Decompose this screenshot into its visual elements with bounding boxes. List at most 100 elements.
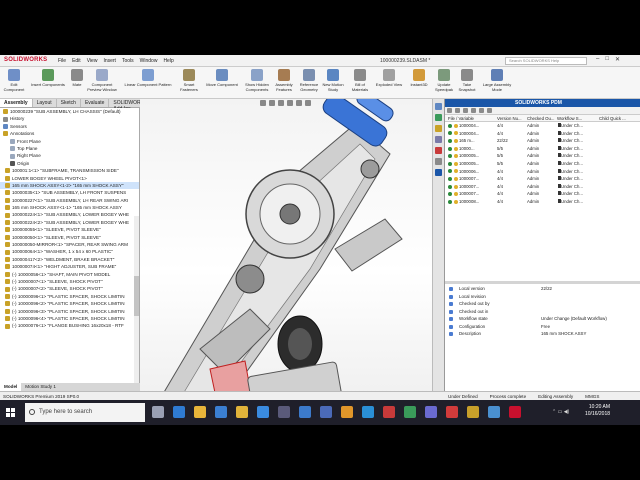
pdm-file-row[interactable]: 1000008... 4/4 Admin Under Ch...	[445, 198, 640, 206]
edit-component-button[interactable]: Edit Component	[2, 69, 26, 92]
tree-item[interactable]: Right Plane	[0, 152, 139, 159]
view-palette-icon[interactable]	[435, 136, 442, 143]
file-explorer-icon[interactable]	[435, 125, 442, 132]
undo-checkout-icon[interactable]	[463, 108, 468, 113]
tree-item[interactable]: Origin	[0, 160, 139, 167]
tree-item[interactable]: 165 mm SHOCK ASSY<1-1> "165 mm SHOCK ASS…	[0, 204, 139, 211]
pdm-file-row[interactable]: 1000005... 5/5 Admin Under Ch...	[445, 152, 640, 160]
pdm-column-header[interactable]: Version Nu...	[497, 115, 527, 121]
windows-start-icon[interactable]	[6, 408, 15, 417]
pdm-file-row[interactable]: 1000007... 4/4 Admin Under Ch...	[445, 183, 640, 191]
menu-help[interactable]: Help	[163, 58, 173, 64]
refresh-icon[interactable]	[487, 108, 492, 113]
menu-tools[interactable]: Tools	[122, 58, 134, 64]
tree-item[interactable]: (-) 10000076<1> "FLANGE BUSHING 16x20x18…	[0, 322, 139, 329]
tree-item[interactable]: Front Plane	[0, 138, 139, 145]
scroll-thumb[interactable]	[134, 276, 139, 316]
menu-edit[interactable]: Edit	[72, 58, 81, 64]
resources-icon[interactable]	[435, 103, 442, 110]
custom-properties-icon[interactable]	[435, 158, 442, 165]
close-button[interactable]: ✕	[615, 56, 620, 63]
get-latest-icon[interactable]	[471, 108, 476, 113]
graphics-viewport[interactable]	[140, 99, 432, 413]
tree-item[interactable]: 100000224<1> "SUB ASSEMBLY, LOWER BOGEY …	[0, 211, 139, 218]
pdm-file-row[interactable]: 1000005... 5/5 Admin Under Ch...	[445, 160, 640, 168]
tab-layout[interactable]: Layout	[33, 99, 57, 107]
bottom-tab-model[interactable]: Model	[0, 383, 22, 391]
tree-item[interactable]: 100001:1<1> "SUBFRAME, TRANSMISSION SIDE…	[0, 167, 139, 174]
solidworks-logo[interactable]: SOLIDWORKS	[4, 57, 47, 63]
app-icon-10[interactable]	[467, 406, 479, 418]
tree-item[interactable]: 100000239 "SUB ASSEMBLY, LH CHASSIS" (De…	[0, 108, 139, 115]
bom-button[interactable]: Bill of Materials	[349, 69, 371, 92]
tree-item[interactable]: (-) 10000096<4> "PLASTIC SPACER, SHOCK L…	[0, 315, 139, 322]
large-assembly-button[interactable]: Large Assembly Mode	[480, 69, 514, 92]
check-in-icon[interactable]	[447, 108, 452, 113]
menu-view[interactable]: View	[87, 58, 98, 64]
tab-sketch[interactable]: Sketch	[57, 99, 81, 107]
store-icon[interactable]	[215, 406, 227, 418]
change-state-icon[interactable]	[479, 108, 484, 113]
pdm-column-header[interactable]: Checked Ou...	[527, 115, 557, 121]
app-icon-4[interactable]	[341, 406, 353, 418]
show-hidden-button[interactable]: Show Hidden Components	[243, 69, 271, 92]
pdm-file-row[interactable]: 1000004... 4/4 Admin Under Ch...	[445, 130, 640, 138]
help-search-input[interactable]: Search SOLIDWORKS Help	[505, 57, 587, 65]
move-component-button[interactable]: Move Component	[203, 69, 241, 88]
tree-item[interactable]: Sensors	[0, 123, 139, 130]
tree-item[interactable]: 100000074<1> "HIGHT ADJUSTER, SUB FRAME"	[0, 263, 139, 270]
pdm-file-row[interactable]: 1000007... 4/4 Admin Under Ch...	[445, 190, 640, 198]
pdm-splitter[interactable]	[445, 281, 640, 284]
tree-item[interactable]: 100000050-MIRROR<1> "SPACER, REAR SWING …	[0, 241, 139, 248]
chrome-icon[interactable]	[236, 406, 248, 418]
smart-fasteners-button[interactable]: Smart Fasteners	[178, 69, 200, 92]
pdm-file-row[interactable]: 1000007... 4/4 Admin Under Ch...	[445, 175, 640, 183]
tab-evaluate[interactable]: Evaluate	[81, 99, 110, 107]
insert-components-button[interactable]: Insert Components	[30, 69, 66, 88]
tree-item[interactable]: Top Plane	[0, 145, 139, 152]
app-icon-5[interactable]	[362, 406, 374, 418]
solidworks-task-icon[interactable]	[509, 406, 521, 418]
exploded-view-button[interactable]: Exploded View	[374, 69, 404, 88]
menu-insert[interactable]: Insert	[103, 58, 116, 64]
tree-item[interactable]: 165 mm SHOCK ASSY<1-2> "165 mm SHOCK ASS…	[0, 181, 139, 190]
tree-item[interactable]: 100000224<2> "SUB ASSEMBLY, LOWER BOGEY …	[0, 219, 139, 226]
pdm-column-header[interactable]: Child Quick ...	[599, 115, 639, 121]
speedpak-button[interactable]: Update Speedpak	[433, 69, 455, 92]
menu-window[interactable]: Window	[140, 58, 158, 64]
tree-item[interactable]: 100000055<1> "SLEEVE, PIVOT SLEEVE"	[0, 226, 139, 233]
pdm-column-header[interactable]: File / Variable	[445, 115, 497, 121]
design-library-icon[interactable]	[435, 114, 442, 121]
tree-item[interactable]: History	[0, 115, 139, 122]
minimize-button[interactable]: –	[596, 56, 599, 63]
pdm-file-row[interactable]: 165 m... 22/22 Admin Under Ch...	[445, 137, 640, 145]
taskbar-clock[interactable]: 10:20 AM 10/16/2018	[585, 404, 610, 418]
pdm-file-row[interactable]: 1000006... 4/4 Admin Under Ch...	[445, 168, 640, 176]
app-icon-11[interactable]	[488, 406, 500, 418]
bottom-tab-motion-study-1[interactable]: Motion Study 1	[21, 383, 60, 391]
ie-icon[interactable]	[257, 406, 269, 418]
app-icon-1[interactable]	[278, 406, 290, 418]
tree-item[interactable]: 100000050<1> "SLEEVE, PIVOT SLEEVE"	[0, 234, 139, 241]
tab-assembly[interactable]: Assembly	[0, 99, 33, 107]
edge-icon[interactable]	[173, 406, 185, 418]
tree-item[interactable]: Annotations	[0, 130, 139, 137]
app-icon-7[interactable]	[404, 406, 416, 418]
task-view-icon[interactable]	[152, 406, 164, 418]
app-icon-6[interactable]	[383, 406, 395, 418]
linear-pattern-button[interactable]: Linear Component Pattern	[122, 69, 174, 88]
app-icon-8[interactable]	[425, 406, 437, 418]
system-tray[interactable]: ⌃ ▭ ◀)	[552, 409, 569, 415]
app-icon-9[interactable]	[446, 406, 458, 418]
app-icon-2[interactable]	[299, 406, 311, 418]
tree-item[interactable]: (-) 10000096<2> "PLASTIC SPACER, SHOCK L…	[0, 300, 139, 307]
taskbar-search-input[interactable]: Type here to search	[25, 403, 145, 422]
preview-window-button[interactable]: Component Preview Window	[86, 69, 118, 92]
maximize-button[interactable]: □	[605, 56, 609, 63]
tree-item[interactable]: 100000227<1> "SUB ASSEMBLY, LH REAR SWIN…	[0, 197, 139, 204]
tree-item[interactable]: (-) 10000096<1> "PLASTIC SPACER, SHOCK L…	[0, 293, 139, 300]
tree-item[interactable]: 10000035<1> "SUB ASSEMBLY, LH FRONT SUSP…	[0, 189, 139, 196]
tree-item[interactable]: LOWER BOGEY WHEEL PIVOT<1>	[0, 175, 139, 182]
app-icon-3[interactable]	[320, 406, 332, 418]
pdm-file-row[interactable]: 10000... 5/5 Admin Under Ch...	[445, 145, 640, 153]
